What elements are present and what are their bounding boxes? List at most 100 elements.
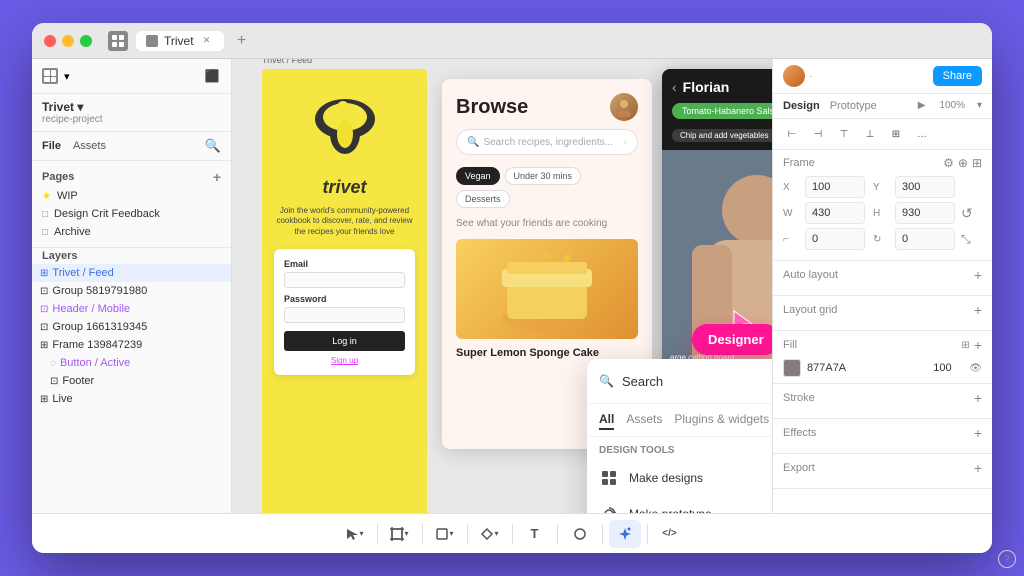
fullscreen-button[interactable]: [80, 35, 92, 47]
left-sidebar: ▾ ⬛ Trivet ▾ recipe-project File Assets …: [32, 59, 232, 513]
fill-grid-icon[interactable]: ⊞: [961, 340, 969, 351]
layer-trivet-feed[interactable]: ⊞ Trivet / Feed: [32, 264, 231, 282]
layer-group-1[interactable]: ⊡ Group 5819791980: [32, 282, 231, 300]
corner-input[interactable]: [805, 228, 865, 250]
add-effects-button[interactable]: +: [974, 425, 982, 441]
assets-tab[interactable]: Assets: [73, 140, 106, 152]
rs-zoom-chevron[interactable]: ▾: [977, 100, 982, 112]
add-layout-grid-button[interactable]: +: [974, 302, 982, 318]
layout-grid-section: Layout grid +: [773, 296, 992, 331]
user-avatar[interactable]: [783, 65, 805, 87]
layer-frame-1[interactable]: ⊞ Frame 139847239: [32, 336, 231, 354]
browse-title: Browse: [456, 96, 528, 119]
resize-icon[interactable]: ⤡: [961, 232, 971, 247]
layers-label: Layers: [42, 250, 77, 262]
align-right-icon[interactable]: ⊤: [833, 123, 855, 145]
qa-item-make-designs[interactable]: Make designs AI beta: [587, 460, 772, 496]
select-tool-button[interactable]: ▾: [339, 520, 371, 548]
qa-item-make-prototype[interactable]: Make prototype: [587, 496, 772, 513]
align-center-v-icon[interactable]: ⊞: [885, 123, 907, 145]
align-left-icon[interactable]: ⊢: [781, 123, 803, 145]
tag-desserts[interactable]: Desserts: [456, 190, 510, 208]
browse-search-bar[interactable]: 🔍 Search recipes, ingredients... ›: [456, 129, 638, 155]
email-input[interactable]: [284, 272, 405, 288]
layer-button-active[interactable]: ◌ Button / Active: [32, 354, 231, 372]
page-item-design-crit[interactable]: □ Design Crit Feedback: [32, 205, 231, 223]
layer-footer[interactable]: ⊡ Footer: [32, 372, 231, 390]
tag-vegan[interactable]: Vegan: [456, 167, 500, 185]
signup-link[interactable]: Sign up: [284, 356, 405, 365]
layer-group-2[interactable]: ⊡ Group 1661319345: [32, 318, 231, 336]
file-tab[interactable]: File: [42, 140, 61, 152]
rotate-input[interactable]: [895, 228, 955, 250]
florian-header: ‹ Florian: [662, 69, 772, 101]
toolbar-separator-2: [422, 524, 423, 544]
frame-grid-icon[interactable]: ⊞: [972, 156, 982, 170]
new-tab-button[interactable]: +: [232, 31, 252, 51]
qa-tab-all[interactable]: All: [599, 410, 614, 430]
rs-tab-prototype[interactable]: Prototype: [830, 100, 877, 112]
fill-hex-value[interactable]: 877A7A: [807, 362, 927, 374]
y-input[interactable]: [895, 176, 955, 198]
add-auto-layout-button[interactable]: +: [974, 267, 982, 283]
code-tool-button[interactable]: </>: [654, 520, 686, 548]
project-name[interactable]: Trivet ▾: [42, 100, 221, 114]
frame-section-icons: ⚙ ⊕ ⊞: [943, 156, 982, 170]
shape-tool-button[interactable]: ▾: [429, 520, 461, 548]
add-stroke-button[interactable]: +: [974, 390, 982, 406]
search-icon[interactable]: 🔍: [205, 138, 221, 154]
w-input[interactable]: [805, 202, 865, 224]
ai-tool-button[interactable]: [609, 520, 641, 548]
h-input[interactable]: [895, 202, 955, 224]
qa-tab-assets[interactable]: Assets: [626, 410, 662, 430]
align-bottom-icon[interactable]: …: [911, 123, 933, 145]
qa-tab-plugins[interactable]: Plugins & widgets: [674, 410, 769, 430]
trivet-body-text: Join the world's community-powered cookb…: [274, 206, 415, 237]
x-input[interactable]: [805, 176, 865, 198]
align-top-icon[interactable]: ⊥: [859, 123, 881, 145]
align-center-h-icon[interactable]: ⊣: [807, 123, 829, 145]
frame-options-icon[interactable]: ⊕: [958, 156, 968, 170]
select-tool-arrow: ▾: [359, 529, 363, 538]
tag-under30[interactable]: Under 30 mins: [505, 167, 582, 185]
page-item-wip[interactable]: ★ WIP: [32, 187, 231, 205]
ellipse-tool-button[interactable]: [564, 520, 596, 548]
layer-header-mobile[interactable]: ⊡ Header / Mobile: [32, 300, 231, 318]
browse-title-row: Browse: [456, 93, 638, 121]
fill-opacity-value[interactable]: 100: [933, 362, 963, 374]
password-input[interactable]: [284, 307, 405, 323]
add-export-button[interactable]: +: [974, 460, 982, 476]
florian-back-icon[interactable]: ‹: [672, 79, 677, 95]
frame-settings-icon[interactable]: ⚙: [943, 156, 954, 170]
effects-section-header: Effects +: [783, 425, 982, 441]
layer-icon: ⊞: [40, 394, 48, 405]
fill-swatch[interactable]: [783, 359, 801, 377]
fill-visibility-icon[interactable]: 👁: [969, 363, 982, 374]
close-button[interactable]: [44, 35, 56, 47]
rs-tab-design[interactable]: Design: [783, 100, 820, 112]
tab-trivet[interactable]: Trivet ✕: [136, 31, 224, 51]
layer-live[interactable]: ⊞ Live: [32, 390, 231, 408]
make-designs-label: Make designs: [629, 471, 772, 485]
browse-avatar[interactable]: [610, 93, 638, 121]
frame-tool-button[interactable]: ▾: [384, 520, 416, 548]
sidebar-logo[interactable]: ▾: [42, 68, 70, 84]
text-tool-button[interactable]: T: [519, 520, 551, 548]
collapse-sidebar-button[interactable]: ⬛: [203, 67, 221, 85]
pages-section: Pages + ★ WIP □ Design Crit Feedback □ A…: [32, 161, 231, 248]
add-page-button[interactable]: +: [213, 169, 221, 185]
page-item-archive[interactable]: □ Archive: [32, 223, 231, 241]
canvas-area[interactable]: Trivet / Feed trivet Join the world's co…: [232, 59, 772, 513]
rs-zoom-label[interactable]: 100%: [939, 100, 965, 112]
constrain-proportions-icon[interactable]: ↺: [961, 205, 973, 222]
quick-search-input[interactable]: [622, 374, 772, 389]
florian-name: Florian: [683, 79, 730, 95]
login-button[interactable]: Log in: [284, 331, 405, 351]
minimize-button[interactable]: [62, 35, 74, 47]
share-button[interactable]: Share: [933, 66, 982, 86]
add-fill-button[interactable]: +: [974, 337, 982, 353]
layer-icon: ⊞: [40, 268, 48, 279]
pen-tool-button[interactable]: ▾: [474, 520, 506, 548]
tab-close-button[interactable]: ✕: [200, 34, 214, 48]
rs-play-button[interactable]: ▶: [918, 100, 926, 112]
